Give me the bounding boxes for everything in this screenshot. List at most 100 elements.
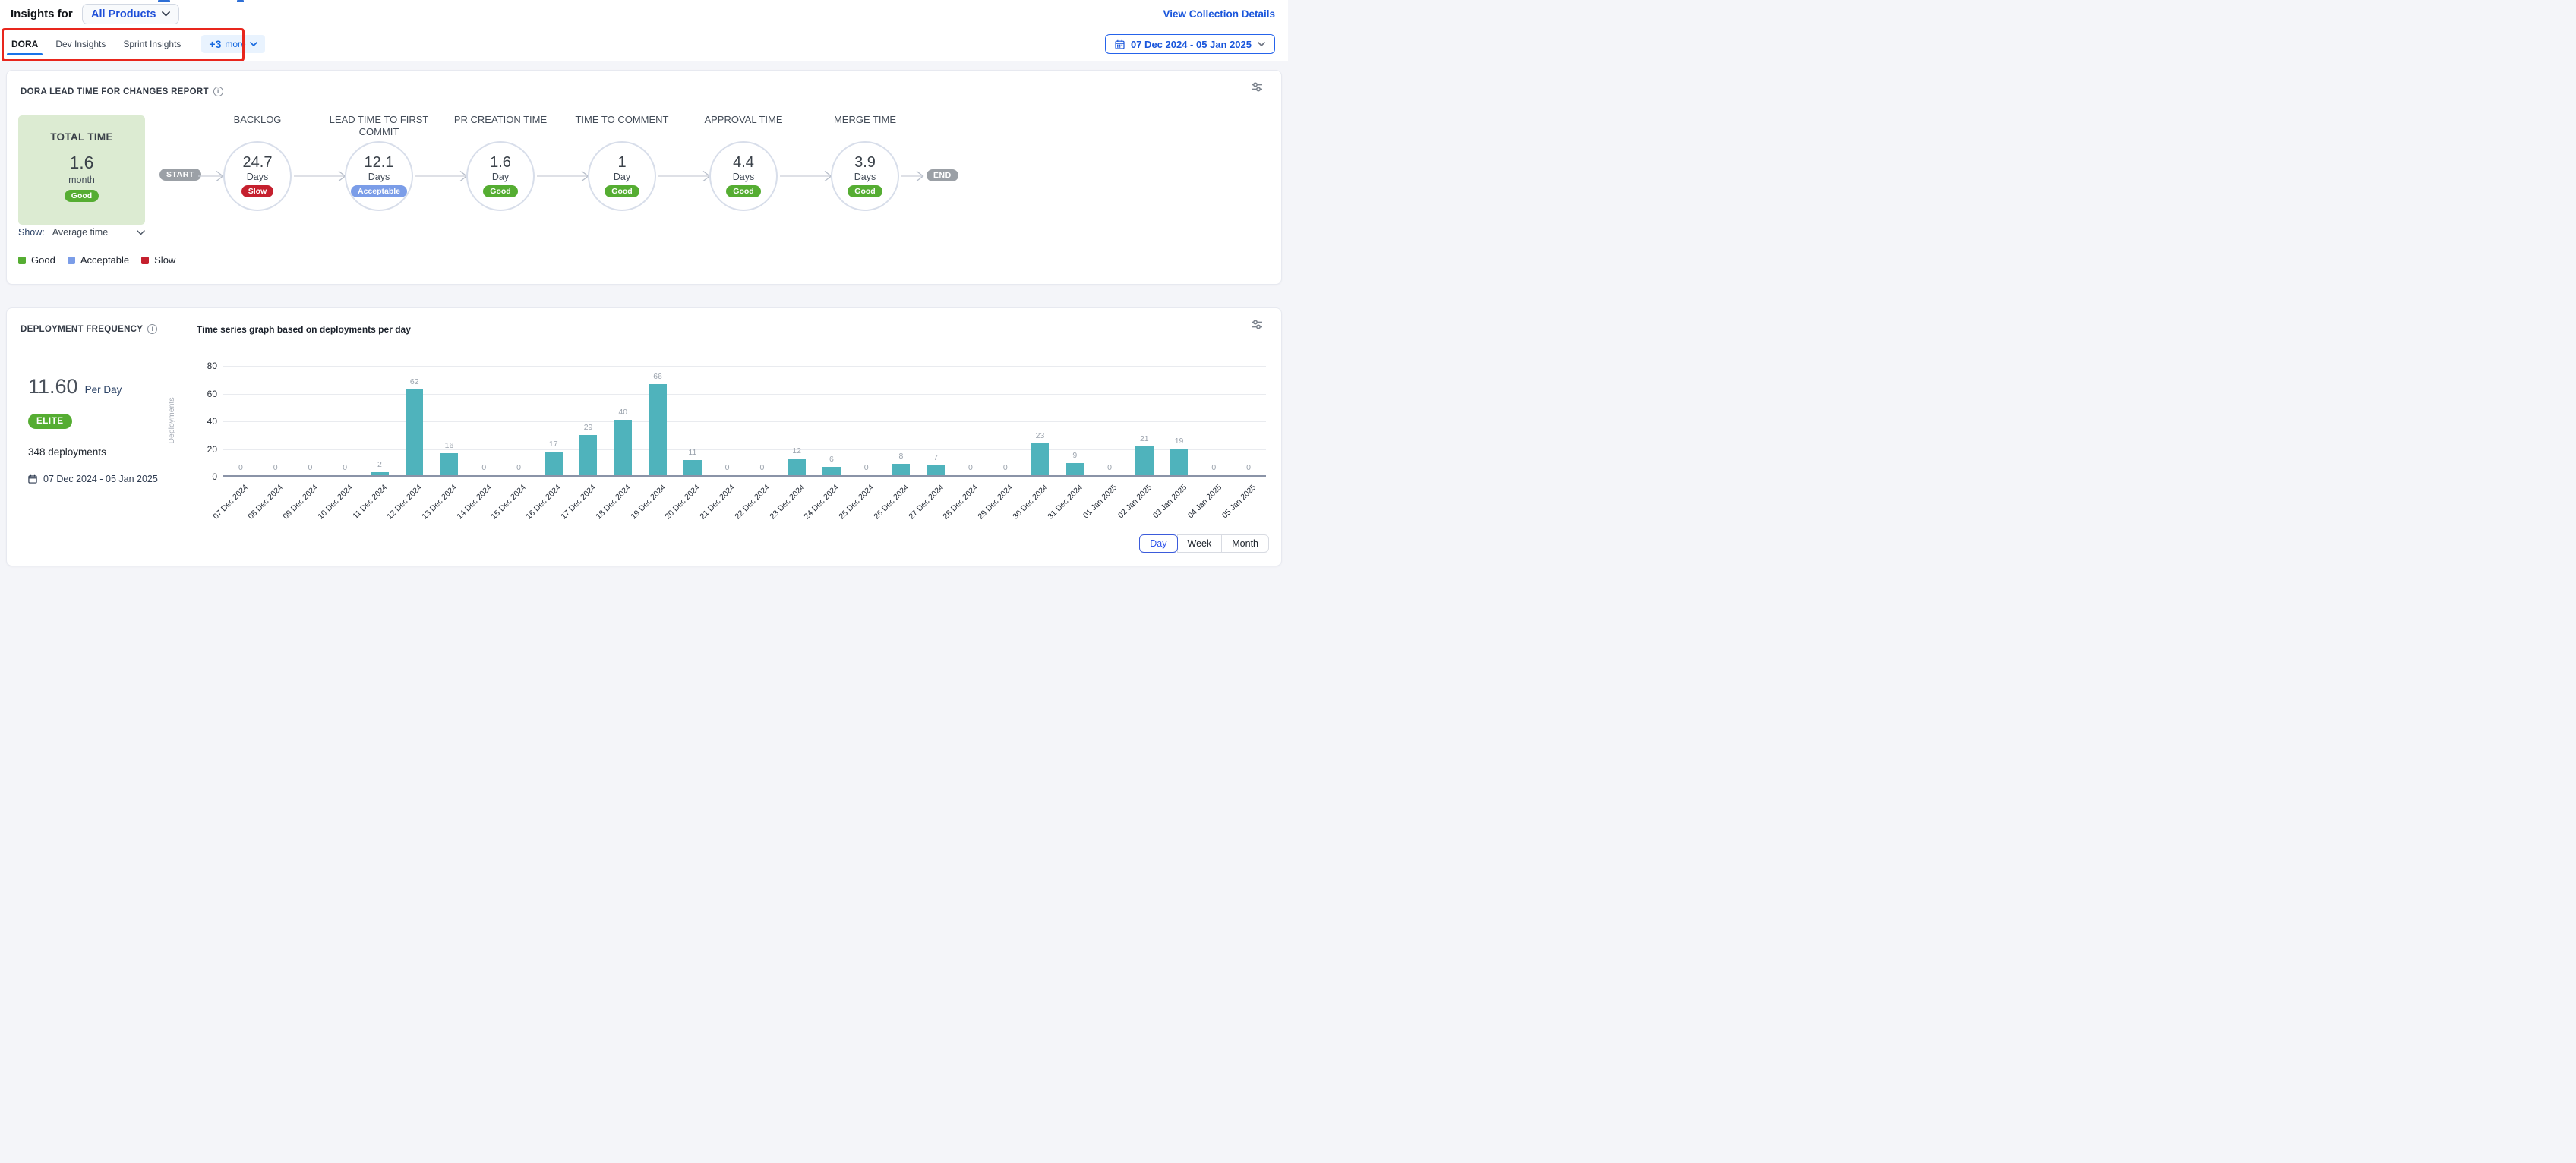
x-axis-tick: 09 Dec 2024: [281, 483, 320, 522]
flow-end-pill: END: [927, 169, 958, 181]
product-selector-dropdown[interactable]: All Products: [82, 4, 179, 24]
x-axis-tick: 01 Jan 2025: [1081, 483, 1119, 520]
flow-arrow-icon: [780, 169, 833, 187]
deployment-bar[interactable]: [1135, 446, 1154, 475]
x-axis-tick: 26 Dec 2024: [872, 483, 911, 522]
x-axis-tick: 10 Dec 2024: [316, 483, 355, 522]
x-axis-tick: 05 Jan 2025: [1220, 483, 1258, 520]
deployment-bar[interactable]: [1031, 443, 1050, 475]
bar-slot: 29: [571, 366, 606, 475]
plus-icon: +3: [209, 40, 221, 48]
stage-status-badge: Good: [605, 185, 639, 197]
y-axis-title: Deployments: [167, 397, 176, 443]
stage-circle-pr-creation-time: 1.6DayGood: [466, 141, 535, 211]
bar-value-label: 23: [1023, 431, 1058, 440]
deployment-bar[interactable]: [371, 472, 389, 475]
bar-slot: 17: [536, 366, 571, 475]
tab-sprint-insights[interactable]: Sprint Insights: [123, 28, 181, 60]
info-icon[interactable]: i: [147, 324, 157, 334]
y-axis-tick: 40: [185, 416, 217, 427]
deployment-bar[interactable]: [788, 459, 806, 475]
bar-slot: 16: [432, 366, 467, 475]
stage-circle-lead-time-to-first-commit: 12.1DaysAcceptable: [345, 141, 413, 211]
more-tabs-dropdown[interactable]: +3 more: [201, 35, 264, 53]
info-icon[interactable]: i: [213, 87, 223, 96]
deployment-bar[interactable]: [822, 467, 841, 475]
toggle-day[interactable]: Day: [1139, 534, 1177, 553]
deployment-bar[interactable]: [1066, 463, 1084, 475]
x-axis-tick: 08 Dec 2024: [247, 483, 286, 522]
bar-slot: 0: [849, 366, 884, 475]
flow-arrow-icon: [537, 169, 590, 187]
stage-value: 12.1: [365, 155, 394, 171]
bar-value-label: 17: [536, 440, 571, 449]
more-tabs-label: more: [225, 39, 245, 49]
toggle-month[interactable]: Month: [1221, 534, 1269, 553]
stage-circle-merge-time: 3.9DaysGood: [831, 141, 899, 211]
x-axis-tick: 18 Dec 2024: [594, 483, 633, 522]
flow-arrow-icon: [198, 169, 225, 187]
x-axis-tick: 28 Dec 2024: [942, 483, 980, 522]
bar-slot: 2: [362, 366, 397, 475]
deployment-bar[interactable]: [683, 460, 702, 475]
stage-status-badge: Acceptable: [351, 185, 407, 197]
deployment-bar[interactable]: [545, 452, 563, 475]
deployment-bar[interactable]: [579, 435, 598, 475]
view-collection-details-link[interactable]: View Collection Details: [1163, 8, 1275, 20]
deployments-bar-chart: 020406080Deployments007 Dec 2024008 Dec …: [223, 366, 1266, 477]
page-title: Insights for: [11, 8, 73, 20]
bar-slot: 0: [988, 366, 1023, 475]
deployment-bar[interactable]: [406, 389, 424, 475]
tab-dev-insights[interactable]: Dev Insights: [55, 28, 106, 60]
deployment-rate-unit: Per Day: [85, 384, 122, 396]
toggle-week[interactable]: Week: [1177, 534, 1223, 553]
chart-settings-button[interactable]: [1249, 80, 1264, 96]
tab-dora[interactable]: DORA: [11, 28, 38, 60]
calendar-icon: [28, 474, 37, 484]
bar-slot: 23: [1023, 366, 1058, 475]
deployment-bar[interactable]: [614, 420, 633, 475]
bar-slot: 66: [640, 366, 675, 475]
bar-slot: 0: [1231, 366, 1266, 475]
date-range-picker[interactable]: 07 Dec 2024 - 05 Jan 2025: [1105, 34, 1275, 54]
bar-value-label: 0: [988, 463, 1023, 472]
chart-settings-button[interactable]: [1249, 317, 1264, 334]
show-selector[interactable]: Show: Average time: [18, 227, 145, 238]
x-axis-tick: 14 Dec 2024: [455, 483, 494, 522]
stage-status-badge: Good: [726, 185, 760, 197]
legend-swatch: [18, 257, 26, 264]
bar-slot: 0: [466, 366, 501, 475]
bar-value-label: 0: [1196, 463, 1231, 472]
bar-slot: 40: [605, 366, 640, 475]
stage-value: 4.4: [733, 155, 754, 171]
deployment-bar[interactable]: [440, 453, 459, 475]
lead-time-card-title: DORA LEAD TIME FOR CHANGES REPORT i: [21, 87, 223, 96]
bar-value-label: 11: [675, 448, 710, 457]
x-axis-tick: 21 Dec 2024: [699, 483, 737, 522]
legend-item-slow: Slow: [141, 254, 175, 266]
stage-name: APPROVAL TIME: [679, 114, 808, 126]
chevron-down-icon: [250, 42, 257, 46]
bar-slot: 62: [397, 366, 432, 475]
stage-status-badge: Good: [483, 185, 517, 197]
deployment-bar[interactable]: [1170, 449, 1189, 475]
flow-arrow-icon: [294, 169, 347, 187]
stage-circle-time-to-comment: 1DayGood: [588, 141, 656, 211]
legend-swatch: [68, 257, 75, 264]
flow-arrow-icon: [415, 169, 469, 187]
deployment-rate-value: 11.60: [28, 375, 78, 399]
product-selector-value: All Products: [91, 8, 156, 20]
deployment-bar[interactable]: [927, 465, 945, 475]
bar-value-label: 62: [397, 377, 432, 386]
dora-lead-time-card: DORA LEAD TIME FOR CHANGES REPORT i TOTA…: [6, 70, 1282, 285]
x-axis-tick: 30 Dec 2024: [1011, 483, 1050, 522]
stage-name: PR CREATION TIME: [436, 114, 565, 126]
x-axis-tick: 22 Dec 2024: [733, 483, 772, 522]
stage-name: LEAD TIME TO FIRST COMMIT: [314, 114, 444, 137]
stage-unit: Day: [492, 172, 509, 182]
deployment-bar[interactable]: [892, 464, 911, 475]
bar-slot: 0: [1196, 366, 1231, 475]
x-axis-tick: 31 Dec 2024: [1046, 483, 1084, 522]
deployment-bar[interactable]: [649, 384, 667, 476]
x-axis-tick: 29 Dec 2024: [977, 483, 1015, 522]
